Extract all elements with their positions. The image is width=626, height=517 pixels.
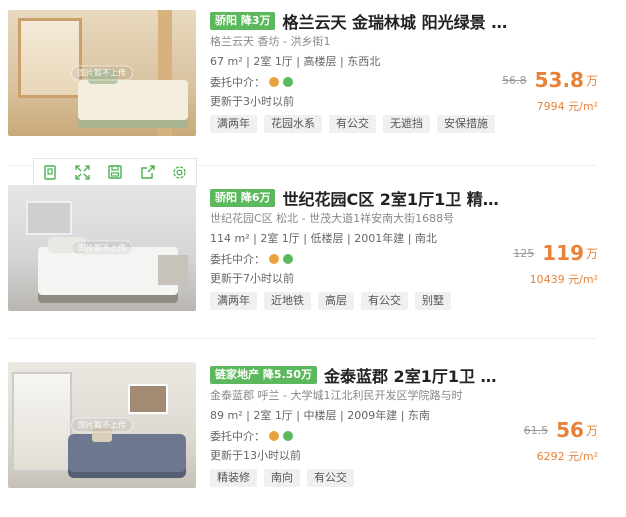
- feature-tag: 有公交: [307, 469, 354, 487]
- feature-tag: 有公交: [329, 115, 376, 133]
- photo-watermark: 图片暂不上传: [71, 65, 133, 81]
- price-unit: 万: [585, 73, 598, 88]
- feature-tag: 安保措施: [437, 115, 495, 133]
- feature-tag: 无遮挡: [383, 115, 430, 133]
- price-block: 125 119 万 10439 元/m²: [513, 241, 598, 287]
- agents-label: 委托中介：: [210, 253, 265, 266]
- feature-tag: 近地铁: [264, 292, 311, 310]
- old-price: 125: [513, 246, 535, 260]
- update-time: 更新于7小时以前: [210, 272, 294, 285]
- price-block: 56.8 53.8 万 7994 元/m²: [502, 68, 598, 114]
- unit-price: 10439 元/m²: [529, 273, 598, 286]
- listing-info: 骄阳 降3万 格兰云天 金瑞林城 阳光绿景 祥… 格兰云天 香坊 - 洪乡街1 …: [210, 10, 510, 133]
- feature-tag: 高层: [318, 292, 354, 310]
- listing-photo[interactable]: 图片暂不上传: [8, 10, 196, 136]
- listing-item[interactable]: 图片暂不上传 骄阳 降3万 格兰云天 金瑞林城 阳光绿景 祥… 格兰云天 香坊 …: [8, 8, 598, 148]
- listing-item[interactable]: 图片暂不上传 链家地产 降5.50万 金泰蓝郡 2室1厅1卫 精装修 金泰蓝郡 …: [8, 362, 598, 502]
- listing-photo[interactable]: 图片暂不上传: [8, 185, 196, 311]
- divider: [8, 338, 596, 339]
- tag-list: 精装修 南向 有公交: [210, 469, 510, 487]
- price-drop-badge: 骄阳 降3万: [210, 12, 276, 30]
- tag-list: 满两年 近地铁 高层 有公交 别墅: [210, 292, 510, 310]
- feature-tag: 满两年: [210, 292, 257, 310]
- price-unit: 万: [585, 423, 598, 438]
- photo-watermark: 图片暂不上传: [71, 417, 133, 433]
- listing-address[interactable]: 世纪花园C区 松北 - 世茂大道1祥安南大街1688号: [210, 209, 510, 229]
- agent-avatar-icon[interactable]: [269, 254, 279, 264]
- price-block: 61.5 56 万 6292 元/m²: [524, 418, 598, 464]
- old-price: 56.8: [502, 73, 527, 87]
- old-price: 61.5: [523, 423, 549, 437]
- feature-tag: 有公交: [361, 292, 408, 310]
- unit-price: 7994 元/m²: [536, 100, 598, 113]
- price-drop-badge: 链家地产 降5.50万: [210, 366, 317, 384]
- total-price: 53.8: [534, 68, 584, 92]
- feature-tag: 南向: [264, 469, 300, 487]
- agents-label: 委托中介：: [210, 430, 265, 443]
- feature-tag: 花园水系: [264, 115, 322, 133]
- listing-photo[interactable]: 图片暂不上传: [8, 362, 196, 488]
- unit-price: 6292 元/m²: [536, 450, 598, 463]
- listing-address[interactable]: 格兰云天 香坊 - 洪乡街1: [210, 32, 510, 52]
- agent-avatar-icon[interactable]: [283, 254, 293, 264]
- photo-watermark: 图片暂不上传: [71, 240, 133, 256]
- agents-row: 委托中介：: [210, 426, 510, 446]
- save-icon[interactable]: [107, 164, 123, 180]
- update-time: 更新于13小时以前: [210, 449, 301, 462]
- floating-toolbar: [33, 158, 197, 186]
- tag-list: 满两年 花园水系 有公交 无遮挡 安保措施: [210, 115, 510, 133]
- price-drop-badge: 骄阳 降6万: [210, 189, 276, 207]
- listing-address[interactable]: 金泰蓝郡 呼兰 - 大学城1江北利民开发区学院路与时: [210, 386, 510, 406]
- update-time: 更新于3小时以前: [210, 95, 294, 108]
- agent-avatar-icon[interactable]: [283, 431, 293, 441]
- feature-tag: 满两年: [210, 115, 257, 133]
- price-unit: 万: [585, 246, 598, 261]
- feature-tag: 别墅: [415, 292, 451, 310]
- listing-item[interactable]: 图片暂不上传 骄阳 降6万 世纪花园C区 2室1厅1卫 精装修 世纪花园C区 松…: [8, 185, 598, 325]
- expand-icon[interactable]: [75, 164, 91, 180]
- agent-avatar-icon[interactable]: [269, 77, 279, 87]
- agent-avatar-icon[interactable]: [269, 431, 279, 441]
- listing-details: 114 m² | 2室 1厅 | 低楼层 | 2001年建 | 南北: [210, 232, 437, 245]
- agents-row: 委托中介：: [210, 72, 510, 92]
- listing-title[interactable]: 世纪花园C区 2室1厅1卫 精装修: [282, 186, 510, 210]
- agents-row: 委托中介：: [210, 249, 510, 269]
- total-price: 119: [542, 241, 584, 265]
- share-icon[interactable]: [139, 164, 155, 180]
- listing-details: 67 m² | 2室 1厅 | 高楼层 | 东西北: [210, 55, 381, 68]
- listing-title[interactable]: 金泰蓝郡 2室1厅1卫 精装修: [324, 363, 510, 387]
- listing-info: 骄阳 降6万 世纪花园C区 2室1厅1卫 精装修 世纪花园C区 松北 - 世茂大…: [210, 187, 510, 310]
- listing-details: 89 m² | 2室 1厅 | 中楼层 | 2009年建 | 东南: [210, 409, 430, 422]
- settings-icon[interactable]: [172, 164, 188, 180]
- agent-avatar-icon[interactable]: [283, 77, 293, 87]
- total-price: 56: [556, 418, 584, 442]
- agents-label: 委托中介：: [210, 76, 265, 89]
- listing-info: 链家地产 降5.50万 金泰蓝郡 2室1厅1卫 精装修 金泰蓝郡 呼兰 - 大学…: [210, 364, 510, 487]
- clipboard-icon[interactable]: [42, 164, 58, 180]
- listing-title[interactable]: 格兰云天 金瑞林城 阳光绿景 祥…: [282, 9, 510, 33]
- feature-tag: 精装修: [210, 469, 257, 487]
